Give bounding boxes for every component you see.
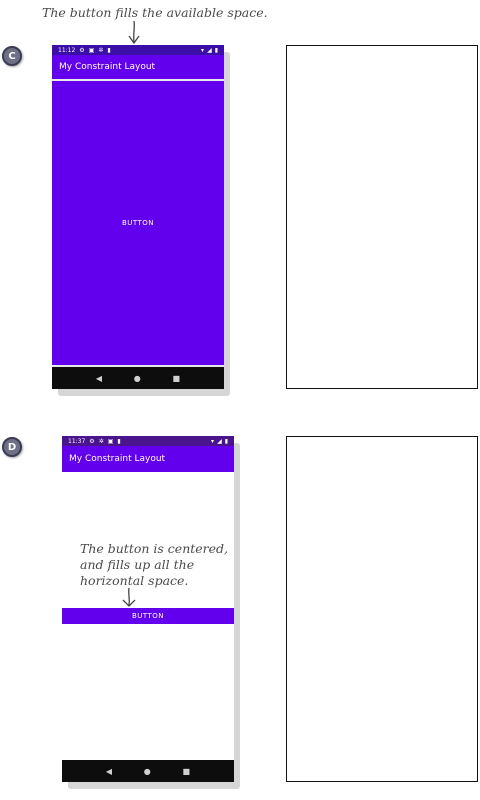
recents-icon[interactable]: ■: [183, 767, 191, 776]
button-label: BUTTON: [121, 219, 155, 227]
arrow-down-icon: [128, 20, 140, 45]
app-bar: My Constraint Layout: [62, 446, 234, 472]
back-icon[interactable]: ◀: [96, 374, 102, 383]
home-icon[interactable]: ●: [134, 374, 141, 383]
status-time: 11:12: [58, 46, 76, 54]
signal-icon: ◢: [217, 437, 222, 445]
battery-icon: ▮: [214, 46, 218, 54]
arrow-down-icon: [122, 587, 136, 607]
app-title: My Constraint Layout: [59, 62, 156, 72]
status-bar: 11:37 ⚙ ✲ ▣ ▮ ▾ ◢ ▮: [62, 436, 234, 446]
battery-saver-icon: ▮: [107, 46, 111, 54]
notification-icon: ▣: [88, 46, 95, 54]
settings-icon: ✲: [98, 46, 104, 54]
blank-frame-c: [286, 45, 478, 389]
wifi-icon: ▾: [201, 46, 205, 54]
recents-icon[interactable]: ■: [173, 374, 181, 383]
badge-d: D: [2, 437, 22, 457]
status-bar: 11:12 ⚙ ▣ ✲ ▮ ▾ ◢ ▮: [52, 45, 224, 55]
fill-button[interactable]: BUTTON: [52, 81, 224, 365]
centered-button[interactable]: BUTTON: [62, 608, 234, 624]
top-annotation: The button fills the available space.: [42, 5, 268, 20]
wifi-icon: ▾: [211, 437, 215, 445]
battery-saver-icon: ▮: [117, 437, 121, 445]
phone-c: 11:12 ⚙ ▣ ✲ ▮ ▾ ◢ ▮ My Constraint Layout…: [52, 45, 224, 389]
app-bar: My Constraint Layout: [52, 55, 224, 79]
signal-icon: ◢: [207, 46, 212, 54]
button-label: BUTTON: [131, 612, 165, 620]
phone-d: 11:37 ⚙ ✲ ▣ ▮ ▾ ◢ ▮ My Constraint Layout…: [62, 436, 234, 782]
home-icon[interactable]: ●: [144, 767, 151, 776]
nav-bar: ◀ ● ■: [52, 367, 224, 389]
bottom-annotation-line-1: The button is centered,: [80, 541, 229, 556]
bottom-annotation-line-2: and fills up all the: [80, 557, 195, 572]
notification-icon: ▣: [107, 437, 114, 445]
gear-icon: ⚙: [79, 46, 85, 54]
badge-c: C: [2, 46, 22, 66]
nav-bar: ◀ ● ■: [62, 760, 234, 782]
settings-icon: ✲: [98, 437, 104, 445]
back-icon[interactable]: ◀: [106, 767, 112, 776]
app-title: My Constraint Layout: [69, 454, 166, 464]
gear-icon: ⚙: [89, 437, 95, 445]
blank-frame-d: [286, 436, 478, 782]
battery-icon: ▮: [224, 437, 228, 445]
status-time: 11:37: [68, 437, 86, 445]
